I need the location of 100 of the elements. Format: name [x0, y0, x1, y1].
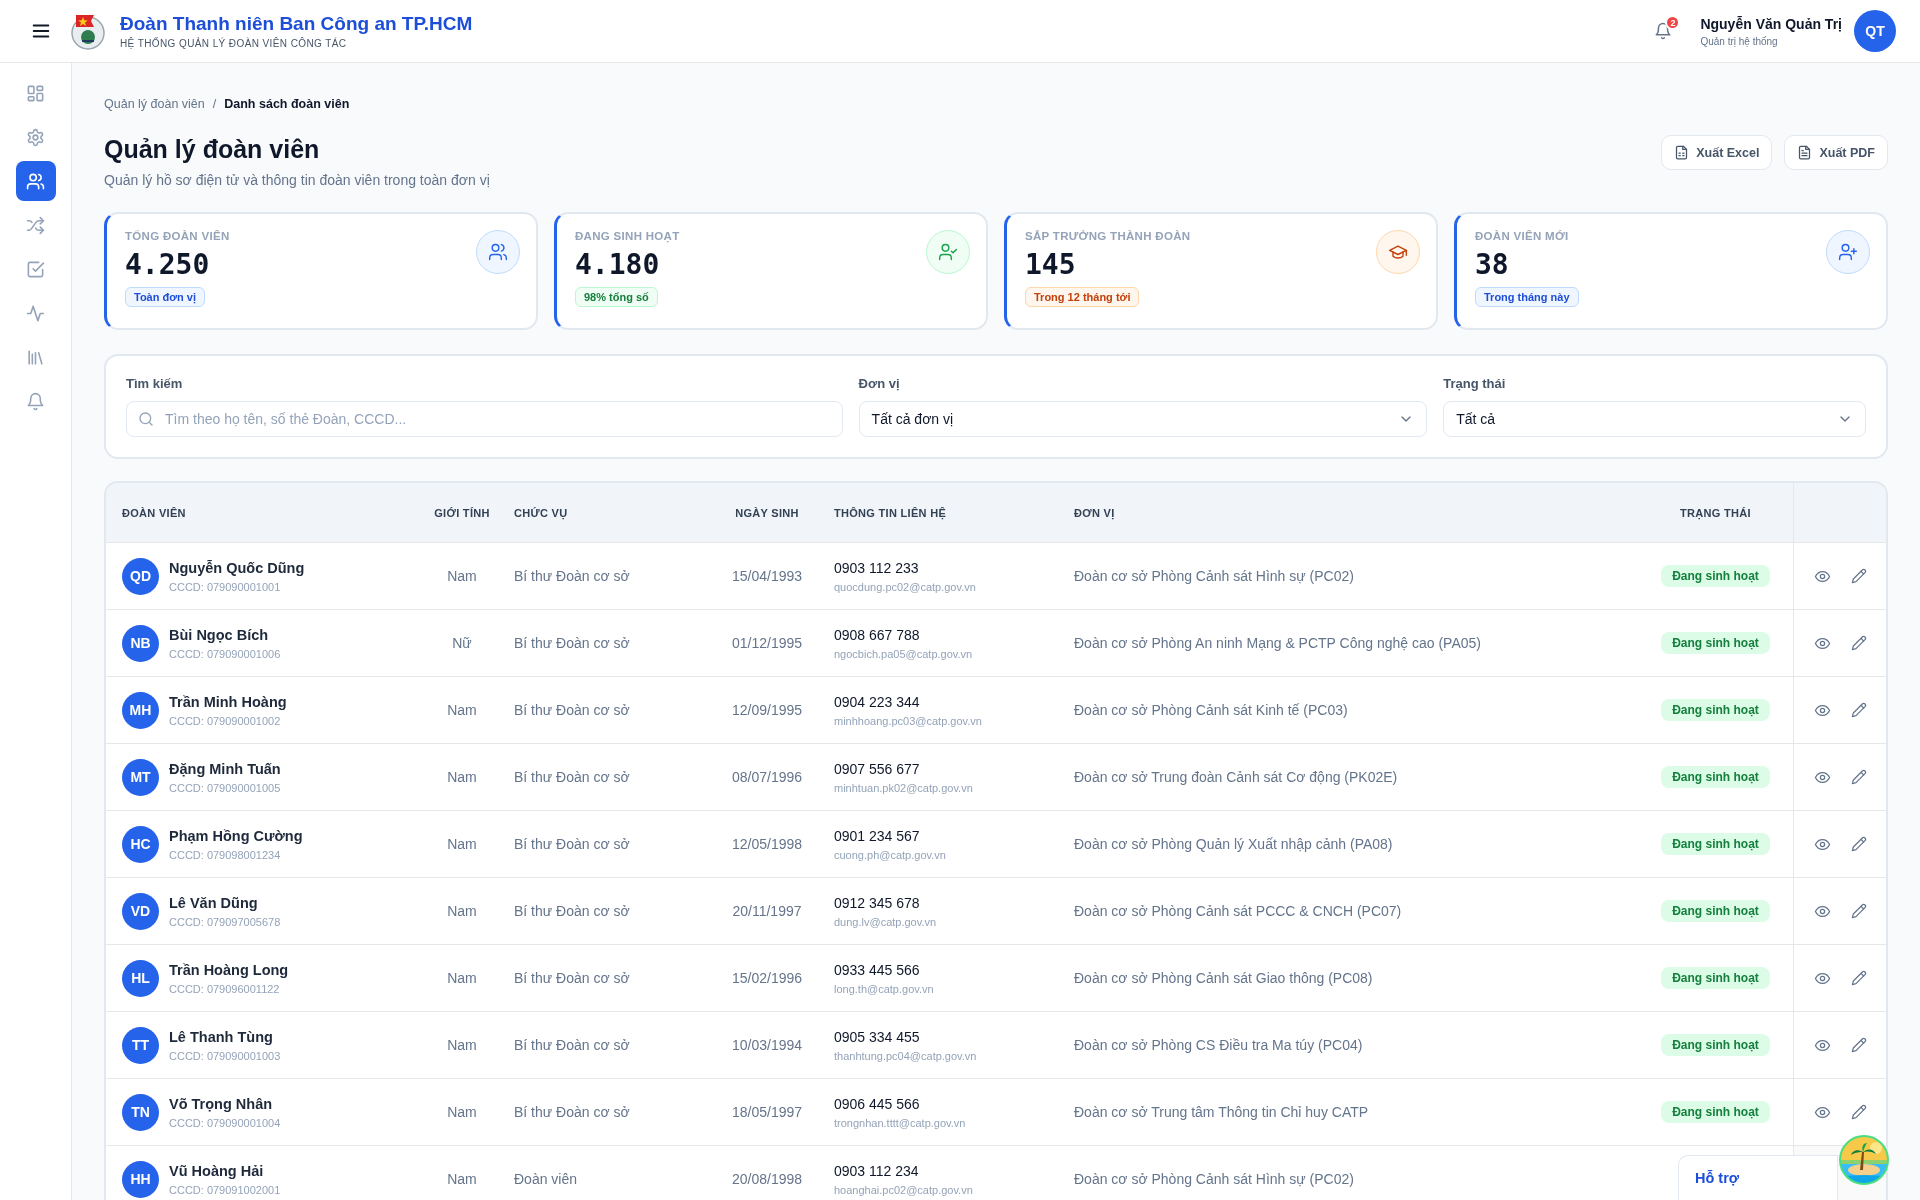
- search-icon: [138, 411, 154, 427]
- member-name: Bùi Ngọc Bích: [169, 626, 270, 643]
- stat-label: TỔNG ĐOÀN VIÊN: [125, 230, 230, 242]
- status-badge: Đang sinh hoạt: [1661, 900, 1770, 922]
- stat-note: Trong tháng này: [1475, 287, 1579, 307]
- table-cell-text: Nam: [446, 1037, 478, 1053]
- table-cell-text: Bí thư Đoàn cơ sở: [513, 769, 631, 785]
- table-cell-text: Bí thư Đoàn cơ sở: [513, 836, 631, 852]
- status-badge: Đang sinh hoạt: [1661, 967, 1770, 989]
- column-header: NGÀY SINH: [734, 506, 800, 519]
- member-id: CCCD: 079098001234: [169, 848, 282, 861]
- member-id: CCCD: 079090001002: [169, 714, 282, 727]
- user-plus-icon: [1826, 230, 1870, 274]
- member-name: Trần Minh Hoàng: [169, 693, 287, 710]
- column-header: ĐOÀN VIÊN: [121, 506, 187, 519]
- member-id: CCCD: 079090001003: [169, 1049, 281, 1062]
- notifications-button[interactable]: [1654, 22, 1673, 40]
- table-cell-text: 08/07/1996: [730, 769, 804, 785]
- member-name: Phạm Hồng Cường: [169, 827, 303, 844]
- table-cell-text: Đoàn cơ sở Phòng CS Điều tra Ma túy (PC04): [1073, 1037, 1364, 1053]
- email-address: ngocbich.pa05@catp.gov.vn: [834, 647, 974, 660]
- column-header: GIỚI TÍNH: [433, 506, 491, 519]
- status-badge: Đang sinh hoạt: [1661, 699, 1770, 721]
- table-cell-text: Đoàn viên: [513, 1171, 579, 1187]
- member-avatar: TT: [122, 1026, 159, 1064]
- table-cell-text: Nam: [446, 970, 478, 986]
- edit-button[interactable]: [1850, 635, 1867, 651]
- stat-note: Toàn đơn vị: [125, 287, 205, 307]
- stat-note: Trong 12 tháng tới: [1025, 287, 1140, 307]
- page-title: Quản lý đoàn viên: [104, 135, 321, 164]
- member-id: CCCD: 079090001004: [169, 1116, 281, 1129]
- table-cell-text: Nữ: [451, 635, 473, 651]
- sidebar-item[interactable]: [15, 161, 56, 201]
- users-icon: [26, 171, 45, 191]
- edit-button[interactable]: [1850, 568, 1867, 584]
- document-icon: [1797, 145, 1813, 160]
- stat-value: 145: [1025, 248, 1076, 281]
- table-cell-text: Đoàn cơ sở Phòng Quản lý Xuất nhập cảnh (PA08): [1073, 836, 1394, 852]
- export-pdf-button[interactable]: Xuất PDF: [1784, 135, 1888, 170]
- table-cell-text: 12/05/1998: [730, 836, 804, 852]
- support-button[interactable]: Hỗ trợ: [1678, 1155, 1838, 1200]
- user-avatar[interactable]: QT: [1854, 10, 1896, 52]
- breadcrumb-link[interactable]: Quản lý đoàn viên: [104, 97, 205, 111]
- email-address: cuong.ph@catp.gov.vn: [834, 848, 947, 861]
- search-field[interactable]: Tìm theo họ tên, số thẻ Đoàn, CCCD...: [126, 401, 843, 437]
- email-address: minhhoang.pc03@catp.gov.vn: [834, 714, 983, 727]
- edit-button[interactable]: [1850, 903, 1867, 919]
- settings-icon: [26, 127, 45, 147]
- table-cell-text: Đoàn cơ sở Phòng Cảnh sát PCCC & CNCH (PC07): [1073, 903, 1403, 919]
- phone-number: 0903 112 233: [834, 559, 920, 576]
- table-cell-text: Bí thư Đoàn cơ sở: [513, 903, 631, 919]
- table-cell-text: Nam: [446, 702, 478, 718]
- member-name: Nguyễn Quốc Dũng: [169, 559, 305, 576]
- edit-button[interactable]: [1850, 702, 1867, 718]
- phone-number: 0903 112 234: [834, 1162, 920, 1179]
- unit-select[interactable]: Tất cả đơn vị: [858, 401, 1428, 437]
- member-id: CCCD: 079090001001: [169, 580, 282, 593]
- status-badge: Đang sinh hoạt: [1661, 833, 1770, 855]
- edit-button[interactable]: [1850, 970, 1867, 986]
- app-subtitle: HỆ THỐNG QUẢN LÝ ĐOÀN VIÊN CÔNG TÁC: [120, 38, 348, 49]
- table-cell-text: Nam: [446, 836, 478, 852]
- bell-icon: [26, 391, 45, 411]
- member-avatar: NB: [122, 624, 159, 662]
- app-title: Đoàn Thanh niên Ban Công an TP.HCM: [120, 13, 473, 35]
- phone-number: 0907 556 677: [834, 760, 921, 777]
- edit-button[interactable]: [1850, 1104, 1867, 1120]
- table-cell-text: Đoàn cơ sở Phòng Cảnh sát Giao thông (PC08): [1073, 970, 1374, 986]
- table-cell-text: Đoàn cơ sở Trung đoàn Cảnh sát Cơ động (PK02E): [1073, 769, 1399, 785]
- table-cell-text: 01/12/1995: [730, 635, 804, 651]
- column-header: TRẠNG THÁI: [1679, 506, 1752, 519]
- stat-label: SẮP TRƯỞNG THÀNH ĐOÀN: [1025, 230, 1191, 242]
- user-name: Nguyễn Văn Quản Trị: [1700, 15, 1842, 32]
- field-label: Trạng thái: [1443, 376, 1507, 391]
- table-cell-text: Bí thư Đoàn cơ sở: [513, 1037, 631, 1053]
- users-icon: [476, 230, 520, 274]
- table-cell-text: Bí thư Đoàn cơ sở: [513, 568, 631, 584]
- export-excel-button[interactable]: Xuất Excel: [1661, 135, 1773, 170]
- phone-number: 0901 234 567: [834, 827, 921, 844]
- email-address: long.th@catp.gov.vn: [834, 982, 935, 995]
- member-avatar: MT: [122, 758, 159, 796]
- edit-button[interactable]: [1850, 836, 1867, 852]
- member-id: CCCD: 079097005678: [169, 915, 281, 928]
- member-avatar: TN: [122, 1093, 159, 1131]
- stat-value: 4.180: [575, 248, 660, 281]
- member-name: Lê Văn Dũng: [169, 894, 259, 911]
- member-avatar: HH: [122, 1160, 159, 1198]
- edit-button[interactable]: [1850, 769, 1867, 785]
- spreadsheet-icon: [1674, 145, 1690, 160]
- edit-button[interactable]: [1850, 1037, 1867, 1053]
- status-badge: Đang sinh hoạt: [1661, 632, 1770, 654]
- member-name: Đặng Minh Tuấn: [169, 760, 281, 777]
- breadcrumb-separator: /: [212, 97, 217, 111]
- table-cell-text: Nam: [446, 769, 478, 785]
- user-check-icon: [926, 230, 970, 274]
- email-address: dung.lv@catp.gov.vn: [834, 915, 938, 928]
- status-select[interactable]: Tất cả: [1443, 401, 1866, 437]
- table-cell-text: 15/02/1996: [730, 970, 804, 986]
- checkbox-icon: [26, 259, 45, 279]
- member-name: Vũ Hoàng Hải: [169, 1162, 265, 1179]
- phone-number: 0908 667 788: [834, 626, 921, 643]
